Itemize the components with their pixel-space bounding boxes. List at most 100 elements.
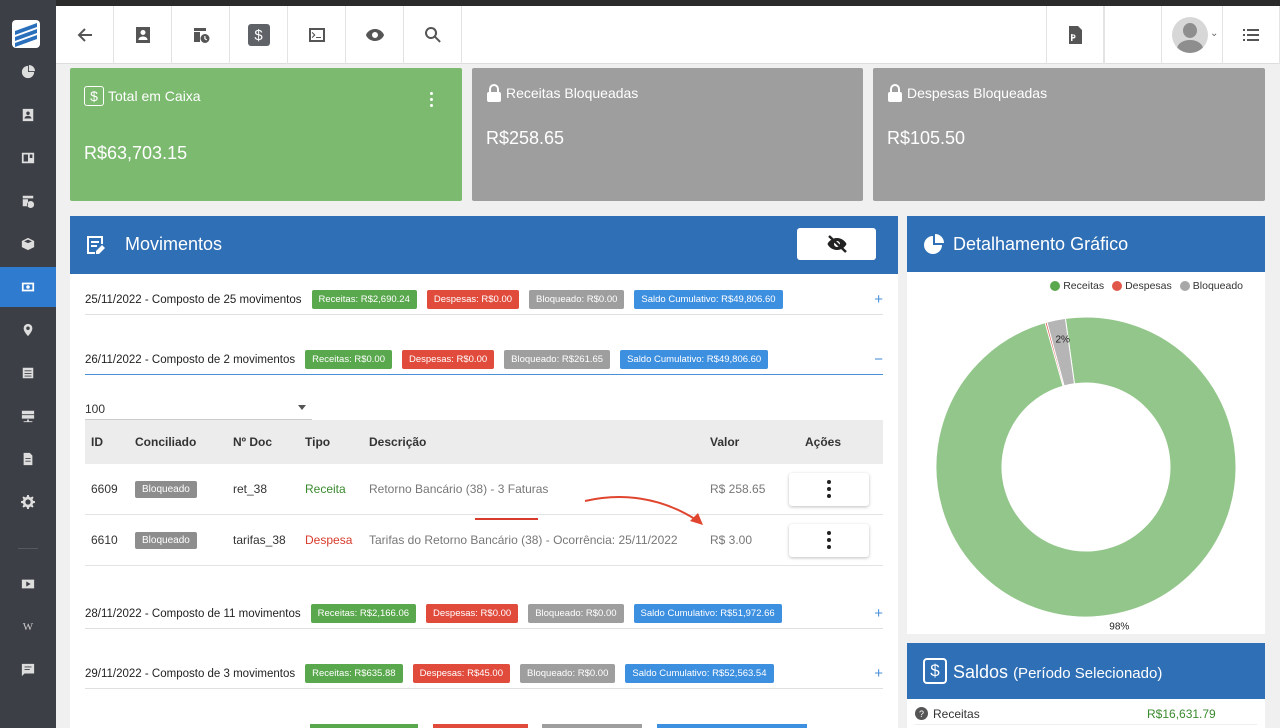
donut-label-bloqueado: 2% [1055,334,1070,345]
cell-descricao: Retorno Bancário (38) - 3 Faturas [369,482,549,496]
cell-doc: tarifas_38 [233,533,286,547]
collapse-icon[interactable]: − [874,351,883,368]
terminal-button[interactable] [288,6,346,64]
group-row[interactable]: 28/11/2022 - Composto de 11 movimentos R… [85,599,883,629]
cell-id: 6610 [91,533,118,547]
panel-title: Movimentos [125,234,223,254]
movimentos-header: Movimentos [70,216,898,274]
saldo-value: R$16,631.79 [1147,706,1216,721]
dollar-icon: $ [84,86,104,106]
pdf-button[interactable] [1046,6,1104,64]
donut-slice-receitas[interactable] [935,316,1237,618]
settings-icon[interactable] [0,482,56,522]
card-value: R$258.65 [486,128,565,148]
badge-bloqueado: Bloqueado: R$0.00 [520,664,616,683]
list-menu-icon [1243,29,1259,41]
video-icon[interactable] [0,564,56,604]
badge-receitas: Receitas: R$2,690.24 [311,290,417,309]
card-title-row: Receitas Bloqueadas [486,84,638,102]
col-id[interactable]: ID [91,435,103,449]
saldo-row: ? Receitas R$16,631.79 [915,703,1257,725]
cell-tipo: Receita [305,482,346,496]
col-valor[interactable]: Valor [710,435,739,449]
card-value: R$105.50 [887,128,966,148]
col-tipo[interactable]: Tipo [305,435,330,449]
card-title: Despesas Bloqueadas [907,85,1048,101]
toggle-visibility-button[interactable] [797,228,876,260]
chevron-down-icon[interactable]: ⌄ [1210,28,1218,39]
badge-partial [433,724,528,728]
sidebar-divider [18,548,38,549]
row-actions-button[interactable] [789,472,869,506]
card-title-row: Despesas Bloqueadas [887,84,1047,102]
card-value: R$63,703.15 [84,143,188,163]
menu-button[interactable] [1222,6,1280,64]
group-date-label: 25/11/2022 - Composto de 25 movimentos [85,293,302,306]
badge-saldo: Saldo Cumulativo: R$52,563.54 [625,664,774,683]
box-icon[interactable] [0,224,56,264]
help-icon[interactable]: ? [915,707,928,720]
badge-receitas: Receitas: R$0.00 [305,350,392,369]
back-button[interactable] [56,6,114,64]
more-vert-icon[interactable] [430,92,434,110]
badge-receitas: Receitas: R$635.88 [305,664,403,683]
badge-despesas: Despesas: R$45.00 [412,664,511,683]
badge-saldo: Saldo Cumulativo: R$51,972.66 [633,604,782,623]
lock-icon [887,84,903,102]
arrow-left-icon [77,28,92,42]
page-size-value: 100 [85,402,106,416]
expand-icon[interactable]: + [874,291,883,308]
blank-button[interactable] [1104,6,1162,64]
card-despesas-bloqueadas: Despesas Bloqueadas R$105.50 [873,68,1265,201]
badge-partial [310,724,418,728]
page-size-select[interactable]: 100 [85,396,312,420]
group-row[interactable]: 25/11/2022 - Composto de 25 movimentos R… [85,285,883,315]
avatar[interactable] [1172,17,1208,53]
server-icon[interactable] [0,396,56,436]
group-row[interactable]: 26/11/2022 - Composto de 2 movimentos Re… [85,345,883,375]
card-receitas-bloqueadas: Receitas Bloqueadas R$258.65 [472,68,863,201]
contacts-button[interactable] [114,6,172,64]
badge-receitas: Receitas: R$2,166.06 [310,604,417,623]
topbar: $ ⌄ [56,6,1280,64]
contact-card-icon [135,27,150,43]
col-doc[interactable]: Nº Doc [233,435,272,449]
donut-label-receitas: 98% [1109,622,1129,633]
cell-tipo: Despesa [305,533,353,547]
schedule-button[interactable] [172,6,230,64]
badge-saldo: Saldo Cumulativo: R$49,806.60 [634,290,783,309]
finance-button[interactable]: $ [230,6,288,64]
cell-valor: R$ 258.65 [710,482,766,496]
board-icon[interactable] [0,138,56,178]
annotation-arrow-icon [584,496,703,525]
view-button[interactable] [346,6,404,64]
calendar-clock-icon[interactable] [0,181,56,221]
terminal-icon [308,28,325,42]
expand-icon[interactable]: + [874,665,883,682]
document-icon[interactable] [0,439,56,479]
dashboard-icon[interactable] [0,52,56,92]
lock-icon [486,84,502,102]
contacts-icon[interactable] [0,95,56,135]
group-row[interactable]: 29/11/2022 - Composto de 3 movimentos Re… [85,659,883,689]
sidebar: W [0,0,56,728]
col-descricao[interactable]: Descrição [369,435,426,449]
eye-off-icon [827,235,847,253]
group-date-label: 29/11/2022 - Composto de 3 movimentos [85,667,296,680]
movimentos-table: ID Conciliado Nº Doc Tipo Descrição Valo… [85,420,883,566]
row-actions-button[interactable] [789,523,869,557]
col-conciliado[interactable]: Conciliado [135,435,196,449]
chat-icon[interactable] [0,650,56,690]
cell-conciliado: Bloqueado [135,531,197,549]
search-button[interactable] [404,6,462,64]
expand-icon[interactable]: + [874,605,883,622]
grafico-panel: Detalhamento Gráfico Receitas Despesas B… [907,216,1265,634]
dollar-icon: $ [247,24,270,46]
list-icon[interactable] [0,353,56,393]
table-row: 6609 Bloqueado ret_38 Receita Retorno Ba… [85,464,883,515]
calendar-clock-icon [193,28,209,43]
finance-icon[interactable] [0,267,56,307]
location-icon[interactable] [0,310,56,350]
app-logo[interactable] [12,20,40,48]
wiki-icon[interactable]: W [0,607,56,647]
